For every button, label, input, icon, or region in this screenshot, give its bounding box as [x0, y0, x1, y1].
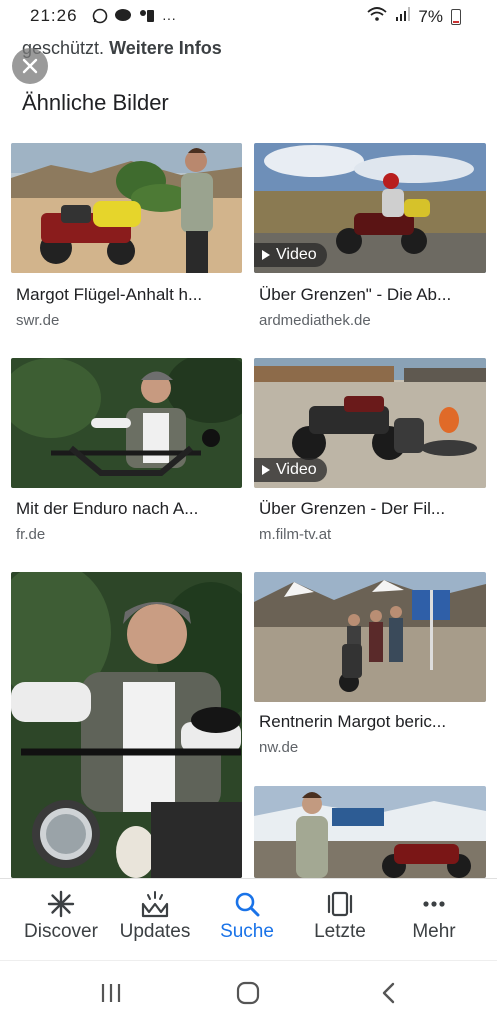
result-caption[interactable]: Rentnerin Margot beric...	[259, 712, 486, 732]
section-title: Ähnliche Bilder	[22, 90, 169, 115]
nav-label: Letzte	[314, 921, 366, 942]
result-thumbnail[interactable]	[254, 786, 486, 878]
video-label: Video	[276, 461, 317, 478]
nav-label: Mehr	[412, 921, 456, 942]
notification-icons: ···	[92, 8, 176, 27]
video-badge: Video	[254, 458, 327, 482]
battery-percent: 7%	[418, 6, 443, 26]
back-button[interactable]	[374, 979, 404, 1007]
result-caption[interactable]: Mit der Enduro nach A...	[16, 499, 242, 519]
recent-apps-button[interactable]	[96, 979, 126, 1007]
result-caption[interactable]: Über Grenzen" - Die Ab...	[259, 285, 486, 305]
result-source: swr.de	[16, 312, 60, 329]
nav-suche[interactable]: Suche	[197, 887, 297, 943]
more-icon	[423, 901, 445, 907]
play-icon	[262, 250, 270, 260]
result-source: m.film-tv.at	[259, 526, 332, 543]
more-info-link[interactable]: Weitere Infos	[109, 38, 222, 58]
nav-discover[interactable]: Discover	[11, 887, 111, 943]
updates-icon	[141, 891, 169, 918]
nav-label: Discover	[24, 921, 98, 942]
result-thumbnail[interactable]	[11, 143, 242, 273]
result-thumbnail[interactable]: Video	[254, 358, 486, 488]
result-thumbnail[interactable]	[254, 572, 486, 702]
whatsapp-icon	[92, 8, 108, 27]
bottom-nav: Discover Updates Suche Letzte Mehr	[0, 878, 497, 958]
play-icon	[262, 465, 270, 475]
video-label: Video	[276, 246, 317, 263]
more-notifications-icon: ···	[162, 9, 176, 26]
nav-label: Updates	[119, 921, 191, 942]
close-icon	[22, 58, 38, 74]
result-thumbnail[interactable]: Video	[254, 143, 486, 273]
discover-icon	[47, 890, 75, 918]
home-icon	[236, 981, 260, 1005]
signal-icon	[396, 6, 411, 27]
copyright-notice: geschützt. Weitere Infos	[22, 38, 222, 59]
recent-icon	[327, 891, 353, 917]
chat-icon	[114, 8, 132, 27]
result-source: nw.de	[259, 739, 299, 756]
result-source: fr.de	[16, 526, 46, 543]
status-time: 21:26	[30, 6, 78, 25]
nav-label: Suche	[220, 921, 274, 942]
result-caption[interactable]: Über Grenzen - Der Fil...	[259, 499, 486, 519]
nav-mehr[interactable]: Mehr	[384, 887, 484, 943]
result-thumbnail[interactable]	[11, 572, 242, 878]
result-thumbnail[interactable]	[11, 358, 242, 488]
status-right: 7%	[366, 6, 461, 27]
app-notification-icon	[138, 8, 156, 27]
search-icon	[235, 892, 260, 917]
battery-icon	[451, 8, 461, 25]
recent-apps-icon	[101, 984, 121, 1002]
status-bar: 21:26 ··· 7%	[0, 0, 497, 34]
result-caption[interactable]: Margot Flügel-Anhalt h...	[16, 285, 242, 305]
back-icon	[382, 982, 395, 1004]
result-source: ardmediathek.de	[259, 312, 371, 329]
nav-updates[interactable]: Updates	[105, 887, 205, 943]
close-button[interactable]	[12, 48, 48, 84]
video-badge: Video	[254, 243, 327, 267]
wifi-icon	[366, 6, 388, 27]
system-nav-bar	[0, 960, 497, 1024]
home-button[interactable]	[233, 979, 263, 1007]
nav-letzte[interactable]: Letzte	[290, 887, 390, 943]
